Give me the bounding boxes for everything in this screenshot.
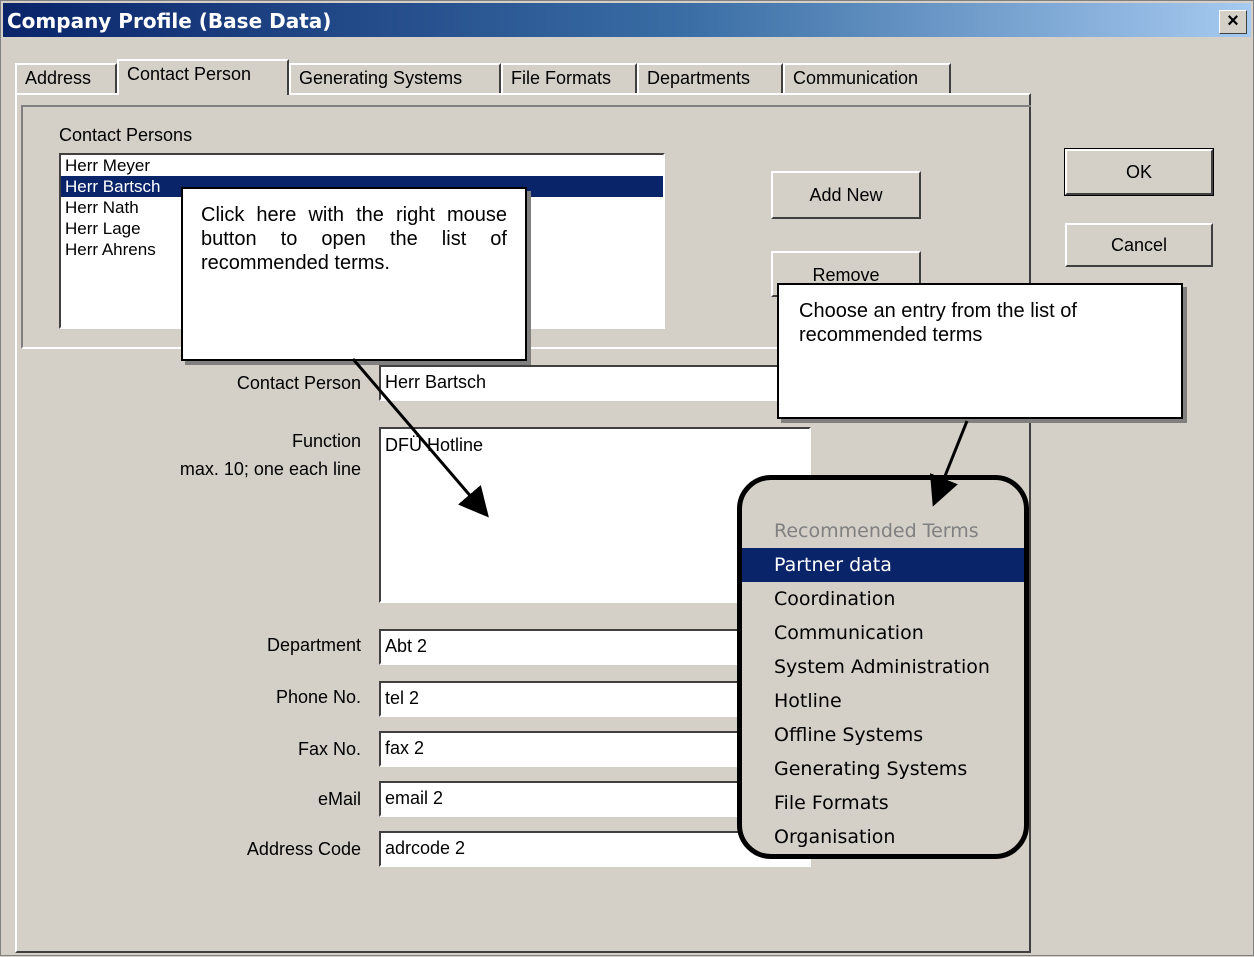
menu-item-label: Coordination	[774, 588, 896, 610]
tab-contact-person[interactable]: Contact Person	[117, 59, 289, 95]
menu-item-label: Generating Systems	[774, 758, 968, 780]
title-bar[interactable]: Company Profile (Base Data) ×	[3, 3, 1251, 37]
tab-label: Communication	[793, 68, 919, 88]
callout-text: Click here with the right mouse button t…	[201, 204, 507, 274]
tab-generating-systems[interactable]: Generating Systems	[289, 63, 501, 93]
tab-address[interactable]: Address	[15, 63, 117, 93]
menu-item-system-administration[interactable]: System Administration	[742, 650, 1024, 684]
contact-person-field[interactable]: Herr Bartsch	[379, 365, 789, 401]
tab-departments[interactable]: Departments	[637, 63, 783, 93]
menu-item-communication[interactable]: Communication	[742, 616, 1024, 650]
tab-communication[interactable]: Communication	[783, 63, 951, 93]
menu-item-generating-systems[interactable]: Generating Systems	[742, 752, 1024, 786]
menu-item-coordination[interactable]: Coordination	[742, 582, 1024, 616]
menu-item-label: Communication	[774, 622, 924, 644]
menu-item-offline-systems[interactable]: Offline Systems	[742, 718, 1024, 752]
menu-item-organisation[interactable]: Organisation	[742, 820, 1024, 854]
close-button[interactable]: ×	[1219, 10, 1247, 34]
tab-label: Departments	[647, 68, 751, 88]
contact-persons-label: Contact Persons	[59, 125, 193, 145]
close-icon: ×	[1227, 10, 1239, 32]
menu-header: Recommended Terms	[742, 514, 1024, 548]
menu-header-label: Recommended Terms	[774, 520, 979, 542]
choose-entry-callout: Choose an entry from the list of recomme…	[777, 283, 1183, 419]
recommended-terms-context-menu: Recommended Terms Partner data Coordinat…	[737, 475, 1029, 859]
menu-item-hotline[interactable]: Hotline	[742, 684, 1024, 718]
ok-button[interactable]: OK	[1064, 148, 1214, 196]
function-label: Function	[291, 431, 361, 451]
menu-item-label: File Formats	[774, 792, 889, 814]
function-hint: max. 10; one each line	[179, 459, 361, 479]
tab-file-formats[interactable]: File Formats	[501, 63, 637, 93]
phone-label: Phone No.	[275, 687, 361, 707]
menu-item-label: System Administration	[774, 656, 990, 678]
email-label: eMail	[317, 789, 361, 809]
add-new-button[interactable]: Add New	[771, 171, 921, 219]
menu-item-label: Offline Systems	[774, 724, 924, 746]
menu-item-label: Hotline	[774, 690, 842, 712]
window-title: Company Profile (Base Data)	[7, 9, 332, 33]
tab-label: Address	[25, 68, 92, 88]
menu-item-label: Organisation	[774, 826, 896, 848]
menu-item-label: Partner data	[774, 554, 892, 576]
address-code-label: Address Code	[246, 839, 361, 859]
tab-label: Generating Systems	[299, 68, 463, 88]
callout-text: Choose an entry from the list of recomme…	[799, 300, 1077, 346]
department-label: Department	[266, 635, 361, 655]
dialog-window: Company Profile (Base Data) × Address Co…	[0, 0, 1254, 956]
right-click-callout: Click here with the right mouse button t…	[181, 187, 527, 361]
cancel-button[interactable]: Cancel	[1065, 223, 1213, 267]
menu-item-partner-data[interactable]: Partner data	[742, 548, 1024, 582]
menu-item-file-formats[interactable]: File Formats	[742, 786, 1024, 820]
contact-person-label: Contact Person	[236, 373, 361, 393]
list-item[interactable]: Herr Meyer	[61, 155, 663, 176]
fax-label: Fax No.	[297, 739, 361, 759]
tab-label: Contact Person	[127, 64, 252, 84]
tab-label: File Formats	[511, 68, 612, 88]
